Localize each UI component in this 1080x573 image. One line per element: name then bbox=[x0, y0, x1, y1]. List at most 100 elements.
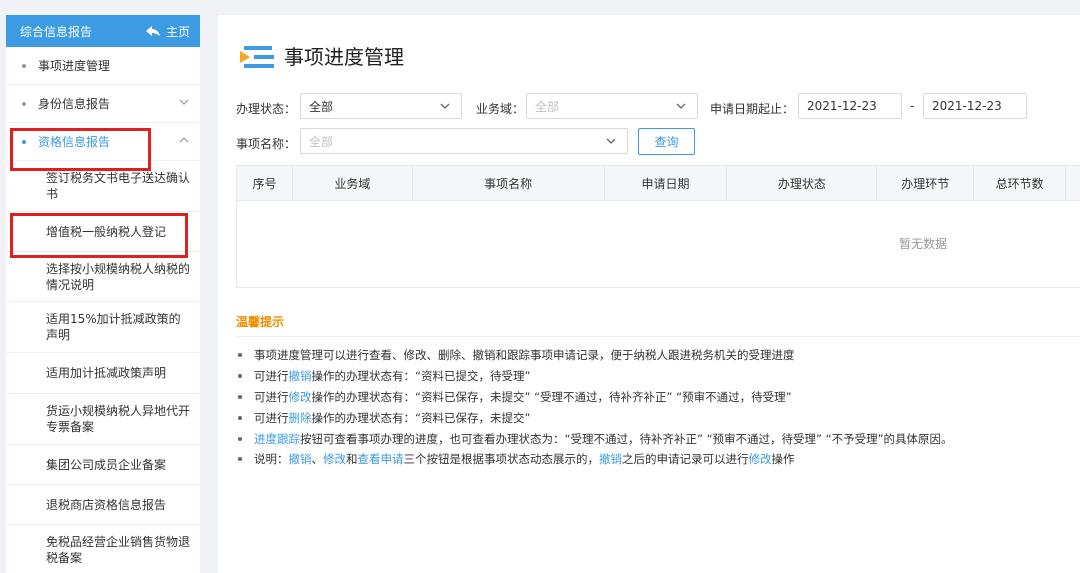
tip-text: 操作的办理状态有：“资料已保存，未提交” bbox=[311, 410, 531, 425]
chevron-down-icon bbox=[606, 138, 616, 144]
sub-item-label: 集团公司成员企业备案 bbox=[46, 457, 167, 472]
tips-title: 温馨提示 bbox=[236, 315, 285, 329]
sub-item-label: 免税品经营企业销售货物退税备案 bbox=[46, 535, 191, 565]
tip-item: 可进行 撤销 操作的办理状态有：“资料已提交，待受理” bbox=[238, 366, 953, 387]
tip-item: 说明： 撤销、修改和查看申请 三个按钮是根据事项状态动态展示的， 撤销 之后的申请记录可… bbox=[238, 449, 953, 470]
tip-text: 可进行 bbox=[254, 369, 289, 384]
tip-text: 说明： bbox=[254, 452, 289, 467]
tip-item: 可进行 删除 操作的办理状态有：“资料已保存，未提交” bbox=[238, 407, 953, 428]
home-link[interactable]: 主页 bbox=[145, 23, 190, 40]
status-select[interactable]: 全部 bbox=[300, 93, 462, 119]
sub-item-freight[interactable]: 货运小规模纳税人异地代开专票备案 bbox=[6, 394, 200, 445]
sub-item-duty-free[interactable]: 免税品经营企业销售货物退税备案 bbox=[6, 525, 200, 573]
column-header-overflow bbox=[1066, 166, 1080, 200]
tip-text: 和 bbox=[346, 452, 358, 467]
sidebar: 综合信息报告 主页 事项进度管理 身份信息报告 资格信息报告 签订税务文书电子送… bbox=[6, 15, 200, 573]
empty-state-text: 暂无数据 bbox=[899, 237, 948, 251]
highlight-box-vat-registration bbox=[10, 213, 188, 258]
modify-link[interactable]: 修改 bbox=[289, 389, 312, 405]
status-label: 办理状态： bbox=[236, 102, 297, 116]
revoke-link[interactable]: 撤销 bbox=[289, 368, 312, 384]
sub-item-label: 货运小规模纳税人异地代开专票备案 bbox=[46, 404, 191, 434]
tip-text: 操作的办理状态有：“资料已提交，待受理” bbox=[311, 369, 531, 384]
end-date-input[interactable]: 2021-12-23 bbox=[923, 93, 1027, 119]
chevron-up-icon bbox=[179, 137, 189, 143]
sub-item-group[interactable]: 集团公司成员企业备案 bbox=[6, 445, 200, 485]
tips-divider bbox=[236, 336, 1080, 337]
sub-item-label: 签订税务文书电子送达确认书 bbox=[46, 171, 191, 201]
status-select-value: 全部 bbox=[309, 99, 334, 114]
chevron-down-icon bbox=[676, 103, 686, 109]
sub-item-label: 适用加计抵减政策声明 bbox=[46, 366, 167, 380]
tip-text: 按钮可查看事项办理的进度，也可查看办理状态为：“受理不通过，待补齐补正” “预审… bbox=[300, 431, 953, 446]
tip-item: 可进行 修改 操作的办理状态有：“资料已保存，未提交” “受理不通过，待补齐补正” … bbox=[238, 387, 953, 408]
bullet-icon bbox=[22, 101, 26, 106]
main-panel: 事项进度管理 办理状态： 全部 业务域： 全部 申请日期起止： 2021-12-… bbox=[218, 15, 1080, 573]
column-header-apply-date[interactable]: 申请日期 bbox=[605, 166, 728, 200]
list-play-icon bbox=[240, 45, 274, 68]
page-title-text: 事项进度管理 bbox=[284, 45, 404, 69]
back-arrow-icon bbox=[145, 26, 160, 36]
tip-text: 可进行 bbox=[254, 410, 289, 425]
home-label: 主页 bbox=[165, 24, 190, 39]
menu-item-label: 事项进度管理 bbox=[38, 59, 111, 73]
column-header-domain[interactable]: 业务域 bbox=[293, 166, 413, 200]
menu-item-progress[interactable]: 事项进度管理 bbox=[6, 47, 200, 85]
tip-text: 、 bbox=[311, 452, 324, 467]
domain-label: 业务域： bbox=[476, 102, 525, 116]
view-application-link[interactable]: 查看申请 bbox=[358, 451, 404, 467]
bullet-icon bbox=[238, 374, 242, 379]
item-name-label: 事项名称： bbox=[236, 137, 297, 151]
tip-text: 操作 bbox=[771, 452, 795, 467]
table-header: 序号 业务域 事项名称 申请日期 办理状态 办理环节 总环节数 bbox=[237, 166, 1080, 201]
column-header-item-name[interactable]: 事项名称 bbox=[413, 166, 605, 200]
end-date-value: 2021-12-23 bbox=[932, 99, 1002, 113]
sub-item-refund-shop[interactable]: 退税商店资格信息报告 bbox=[6, 485, 200, 525]
sub-item-15-percent[interactable]: 适用15%加计抵减政策的声明 bbox=[6, 302, 200, 353]
bullet-icon bbox=[238, 394, 242, 399]
delete-link[interactable]: 删除 bbox=[289, 410, 312, 426]
column-header-status[interactable]: 办理状态 bbox=[727, 166, 878, 200]
column-header-stage[interactable]: 办理环节 bbox=[877, 166, 975, 200]
tip-text: 事项进度管理可以进行查看、修改、删除、撤销和跟踪事项申请记录，便于纳税人跟进税务… bbox=[254, 348, 795, 363]
chevron-down-icon bbox=[179, 99, 189, 105]
query-button[interactable]: 查询 bbox=[638, 128, 695, 155]
sidebar-title: 综合信息报告 bbox=[20, 24, 93, 39]
chevron-down-icon bbox=[440, 103, 450, 109]
bullet-icon bbox=[238, 415, 242, 420]
sub-item-deduction[interactable]: 适用加计抵减政策声明 bbox=[6, 353, 200, 394]
highlight-box-qualification bbox=[10, 128, 151, 171]
menu-item-label: 身份信息报告 bbox=[38, 97, 111, 111]
tip-item: 进度跟踪 按钮可查看事项办理的进度，也可查看办理状态为：“受理不通过，待补齐补正”… bbox=[238, 428, 953, 449]
start-date-value: 2021-12-23 bbox=[807, 99, 877, 113]
records-table: 序号 业务域 事项名称 申请日期 办理状态 办理环节 总环节数 暂无数据 bbox=[236, 165, 1080, 288]
menu-item-identity[interactable]: 身份信息报告 bbox=[6, 85, 200, 123]
column-header-index[interactable]: 序号 bbox=[237, 166, 293, 200]
date-separator: - bbox=[910, 99, 915, 113]
sub-item-label: 选择按小规模纳税人纳税的情况说明 bbox=[46, 261, 191, 292]
progress-tracking-link[interactable]: 进度跟踪 bbox=[254, 431, 300, 447]
tip-item: 事项进度管理可以进行查看、修改、删除、撤销和跟踪事项申请记录，便于纳税人跟进税务… bbox=[238, 345, 953, 366]
start-date-input[interactable]: 2021-12-23 bbox=[798, 93, 902, 119]
item-name-select-value: 全部 bbox=[309, 134, 334, 149]
tip-text: 之后的申请记录可以进行 bbox=[622, 452, 749, 467]
tip-text: 三个按钮是根据事项状态动态展示的， bbox=[403, 452, 600, 467]
column-header-total-stages[interactable]: 总环节数 bbox=[974, 166, 1067, 200]
sub-item-label: 退税商店资格信息报告 bbox=[46, 497, 167, 512]
modify-link[interactable]: 修改 bbox=[749, 451, 772, 467]
date-range-label: 申请日期起止： bbox=[710, 102, 795, 116]
bullet-icon bbox=[238, 353, 242, 358]
revoke-link[interactable]: 撤销 bbox=[599, 451, 622, 467]
bullet-icon bbox=[22, 63, 26, 68]
domain-select[interactable]: 全部 bbox=[526, 93, 698, 119]
sub-item-label: 适用15%加计抵减政策的声明 bbox=[46, 312, 181, 342]
modify-link[interactable]: 修改 bbox=[323, 451, 346, 467]
page-title: 事项进度管理 bbox=[238, 41, 404, 70]
bullet-icon bbox=[238, 457, 242, 462]
revoke-link[interactable]: 撤销 bbox=[289, 451, 312, 467]
sub-item-small-scale[interactable]: 选择按小规模纳税人纳税的情况说明 bbox=[6, 252, 200, 302]
tip-text: 操作的办理状态有：“资料已保存，未提交” “受理不通过，待补齐补正” “预审不通… bbox=[311, 389, 792, 404]
item-name-select[interactable]: 全部 bbox=[300, 128, 628, 154]
bullet-icon bbox=[238, 436, 242, 441]
sidebar-header: 综合信息报告 主页 bbox=[6, 15, 200, 47]
